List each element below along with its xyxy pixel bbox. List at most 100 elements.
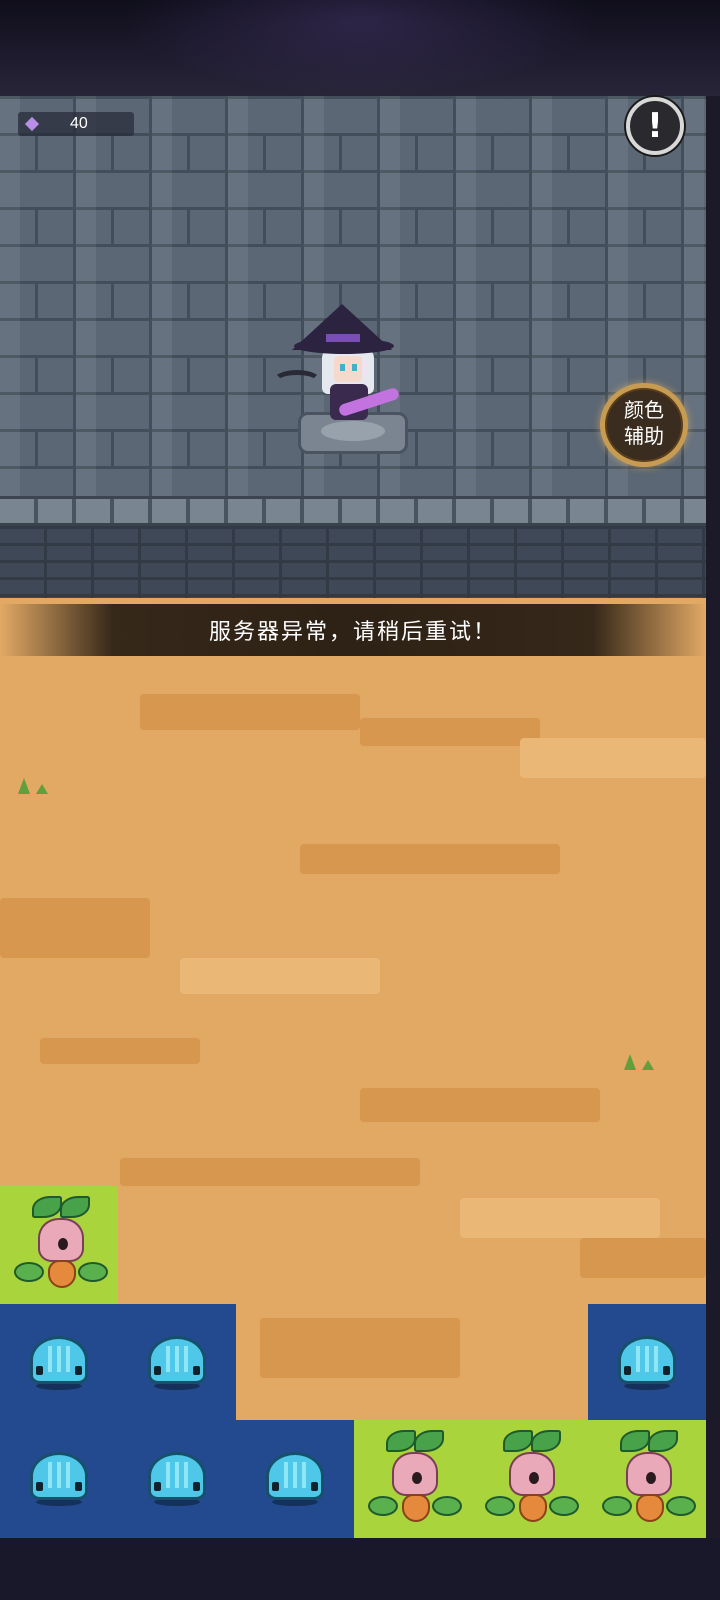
- screen-edge: [706, 96, 720, 1600]
- witch-hero: [268, 300, 418, 465]
- slime-stripe: [48, 1346, 52, 1372]
- sprout-leaf: [60, 1196, 90, 1218]
- slime-stripe: [284, 1462, 288, 1488]
- sprout-leaf: [32, 1196, 62, 1218]
- server-error-message: 服务器异常，请稍后重试！: [208, 620, 497, 645]
- info-button[interactable]: !: [626, 97, 684, 155]
- sprout-leaf: [414, 1430, 444, 1452]
- slime-eye: [272, 1482, 279, 1491]
- slime-stripe: [184, 1462, 188, 1488]
- sprout-wing: [666, 1496, 696, 1516]
- board-tile-slime[interactable]: [0, 1420, 118, 1538]
- sprout-wing: [78, 1262, 108, 1282]
- slime-eye: [193, 1482, 200, 1491]
- sand-highlight: [180, 958, 380, 994]
- slime-stripe: [66, 1346, 70, 1372]
- sand-patch: [120, 1158, 420, 1186]
- sprout-wing: [485, 1496, 515, 1516]
- sand-patch: [580, 1238, 706, 1278]
- sand-patch: [140, 694, 360, 730]
- slime-stripe: [175, 1462, 179, 1488]
- bottom-backdrop: [0, 1538, 720, 1600]
- slime-stripe: [645, 1346, 649, 1372]
- sprout-body: [402, 1494, 430, 1522]
- sand-patch: [0, 898, 150, 958]
- board-tile-slime[interactable]: [118, 1304, 236, 1422]
- slime-stripe: [57, 1462, 61, 1488]
- slime-monster: [266, 1452, 324, 1506]
- slime-stripe: [48, 1462, 52, 1488]
- slime-stripe: [636, 1346, 640, 1372]
- slime-eye: [311, 1482, 318, 1491]
- sprout-leaf: [386, 1430, 416, 1452]
- sand-patch: [300, 844, 560, 874]
- slime-stripe: [57, 1346, 61, 1372]
- sprout-eye: [646, 1472, 656, 1484]
- sand-patch: [360, 1088, 600, 1122]
- sand-highlight: [520, 738, 706, 778]
- gem-count: 40: [70, 115, 88, 132]
- witch-hat-band: [326, 334, 360, 342]
- grass-tuft: [16, 776, 56, 794]
- hero-eye: [352, 364, 357, 371]
- backdrop-glow: [120, 0, 600, 96]
- slime-stripe: [175, 1346, 179, 1372]
- board-tile-slime[interactable]: [236, 1420, 354, 1538]
- board-tile-sprout[interactable]: [0, 1186, 118, 1304]
- castle-rampart: [0, 496, 706, 526]
- sprout-monster: [364, 1426, 464, 1534]
- sand-highlight: [460, 1198, 660, 1238]
- sprout-body: [519, 1494, 547, 1522]
- sprout-wing: [432, 1496, 462, 1516]
- sprout-body: [48, 1260, 76, 1288]
- board-tile-sprout[interactable]: [354, 1420, 472, 1538]
- slime-stripe: [654, 1346, 658, 1372]
- slime-monster: [30, 1336, 88, 1390]
- board-tile-slime[interactable]: [118, 1420, 236, 1538]
- slime-stripe: [302, 1462, 306, 1488]
- sprout-leaf: [503, 1430, 533, 1452]
- top-backdrop: [0, 0, 720, 96]
- sprout-eye: [529, 1472, 539, 1484]
- slime-monster: [618, 1336, 676, 1390]
- hero-tail: [272, 370, 322, 394]
- slime-eye: [154, 1482, 161, 1491]
- slime-stripe: [184, 1346, 188, 1372]
- board-tile-slime[interactable]: [588, 1304, 706, 1422]
- slime-stripe: [66, 1462, 70, 1488]
- slime-eye: [663, 1366, 670, 1375]
- board-tile-sprout[interactable]: [588, 1420, 706, 1538]
- sand-patch: [40, 1038, 200, 1064]
- sprout-monster: [598, 1426, 698, 1534]
- sprout-leaf: [531, 1430, 561, 1452]
- sprout-leaf: [620, 1430, 650, 1452]
- slime-eye: [75, 1366, 82, 1375]
- sand-patch: [260, 1318, 460, 1378]
- sprout-monster: [10, 1192, 110, 1300]
- slime-stripe: [293, 1462, 297, 1488]
- lower-wall: [0, 526, 706, 598]
- gem-counter: 40: [18, 112, 134, 136]
- sprout-wing: [14, 1262, 44, 1282]
- slime-stripe: [166, 1462, 170, 1488]
- sprout-eye: [412, 1472, 422, 1484]
- color-assist-label-2: 辅助: [624, 424, 664, 448]
- hero-eye: [340, 364, 345, 371]
- sprout-wing: [549, 1496, 579, 1516]
- slime-eye: [154, 1366, 161, 1375]
- slime-eye: [36, 1366, 43, 1375]
- color-assist-button[interactable]: 颜色 辅助: [600, 383, 688, 467]
- sprout-body: [636, 1494, 664, 1522]
- hero-face: [334, 356, 362, 382]
- purple-crystal-icon: [24, 116, 40, 132]
- sprout-monster: [481, 1426, 581, 1534]
- slime-monster: [148, 1336, 206, 1390]
- board-tile-sprout[interactable]: [471, 1420, 589, 1538]
- slime-monster: [148, 1452, 206, 1506]
- color-assist-label-1: 颜色: [624, 398, 664, 422]
- slime-stripe: [166, 1346, 170, 1372]
- server-error-banner: 服务器异常，请稍后重试！: [0, 604, 706, 656]
- slime-eye: [624, 1366, 631, 1375]
- slime-eye: [75, 1482, 82, 1491]
- board-tile-slime[interactable]: [0, 1304, 118, 1422]
